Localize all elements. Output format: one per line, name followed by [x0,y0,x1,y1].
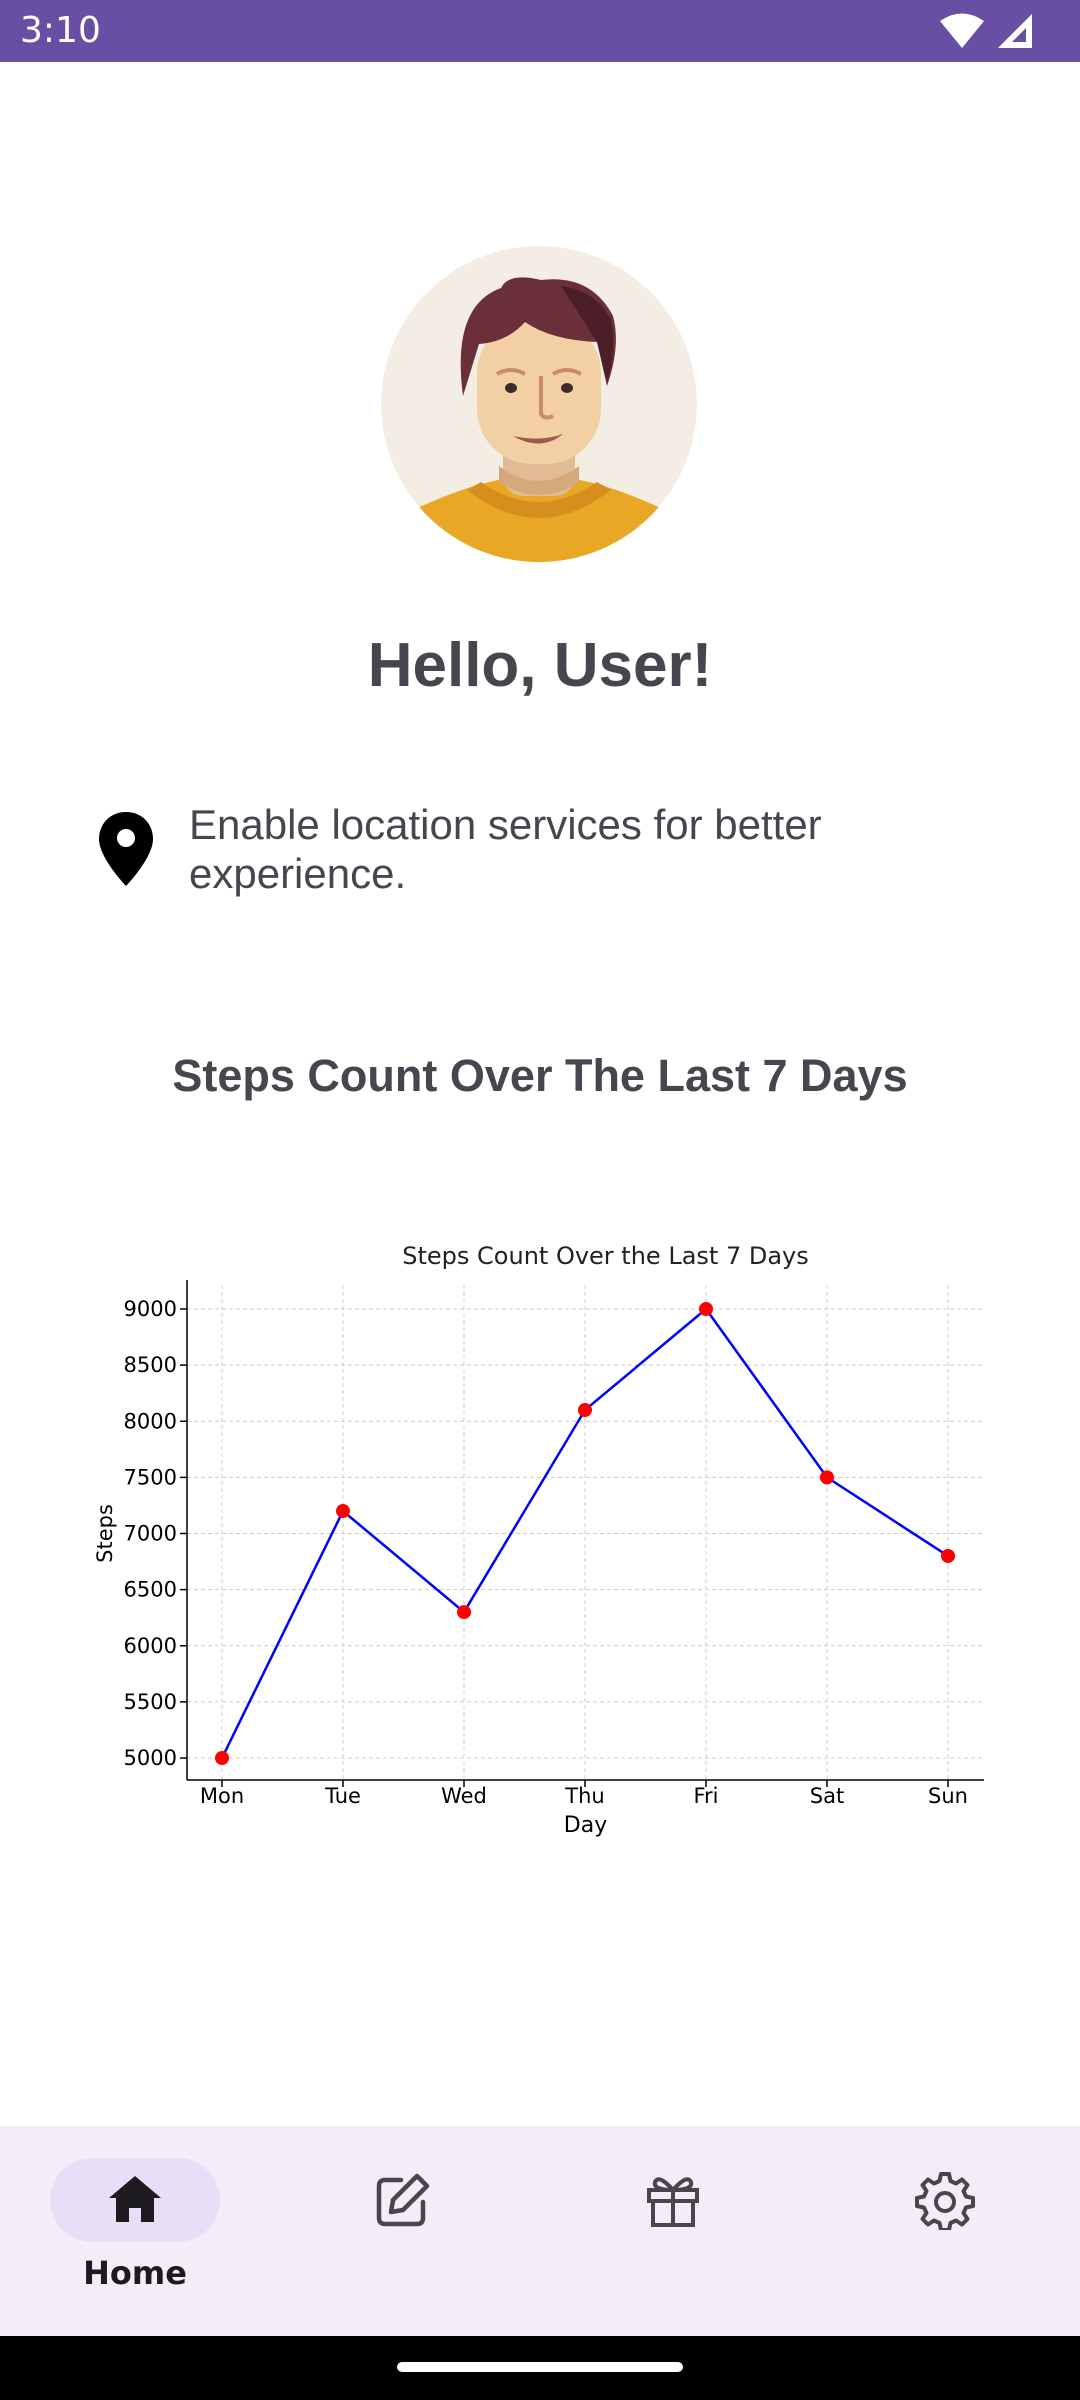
data-point [336,1504,350,1519]
y-tick-label: 9000 [124,1297,177,1321]
y-tick-label: 5500 [124,1690,177,1714]
data-point [578,1403,592,1418]
status-time: 3:10 [20,10,101,51]
nav-settings[interactable] [860,2158,1030,2308]
location-message-line2: experience. [189,850,407,897]
system-gesture-bar [0,2336,1080,2400]
settings-icon [915,2172,975,2230]
status-icons [940,13,1032,48]
x-tick-label: Thu [564,1784,604,1808]
x-tick-label: Tue [324,1784,361,1808]
bottom-navigation: Home [0,2126,1080,2336]
nav-edit[interactable] [318,2158,488,2308]
x-tick-label: Mon [200,1784,244,1808]
wifi-icon [940,13,984,48]
status-bar: 3:10 [0,0,1080,62]
steps-line-chart: 5000 5500 6000 6500 7000 7500 8000 8500 9000 Mon T… [93,1242,984,1838]
gift-icon [647,2177,699,2227]
location-pin-icon [99,812,153,886]
x-tick-label: Sun [928,1784,968,1808]
x-tick-label: Fri [693,1784,718,1808]
chart-title: Steps Count Over the Last 7 Days [402,1242,808,1270]
y-tick-label: 5000 [124,1746,177,1770]
data-point [457,1605,471,1620]
cell-signal-icon [998,14,1032,48]
section-title: Steps Count Over The Last 7 Days [172,1050,908,1101]
data-point [699,1302,713,1316]
nav-home-label: Home [83,2254,187,2292]
data-point [820,1470,834,1485]
gesture-handle[interactable] [397,2362,683,2372]
edit-icon [376,2173,430,2227]
greeting-heading: Hello, User! [367,631,713,700]
nav-rewards[interactable] [588,2158,758,2308]
location-message-line1: Enable location services for better [189,801,822,848]
y-axis-label: Steps [93,1504,117,1563]
x-axis-label: Day [564,1813,607,1838]
home-icon [109,2176,161,2222]
x-tick-label: Wed [441,1784,487,1808]
y-tick-label: 7500 [124,1465,177,1489]
x-tick-label: Sat [810,1784,844,1808]
user-avatar-illustration [381,246,697,562]
data-point [941,1548,955,1563]
y-tick-label: 6500 [124,1578,177,1602]
y-tick-label: 8500 [124,1353,177,1377]
nav-home[interactable]: Home [50,2158,220,2308]
data-point [215,1751,229,1765]
location-message: Enable location services for better expe… [189,800,949,898]
location-prompt[interactable]: Enable location services for better expe… [96,800,996,910]
y-tick-label: 7000 [124,1522,177,1546]
y-tick-label: 6000 [124,1634,177,1658]
y-tick-label: 8000 [124,1409,177,1433]
